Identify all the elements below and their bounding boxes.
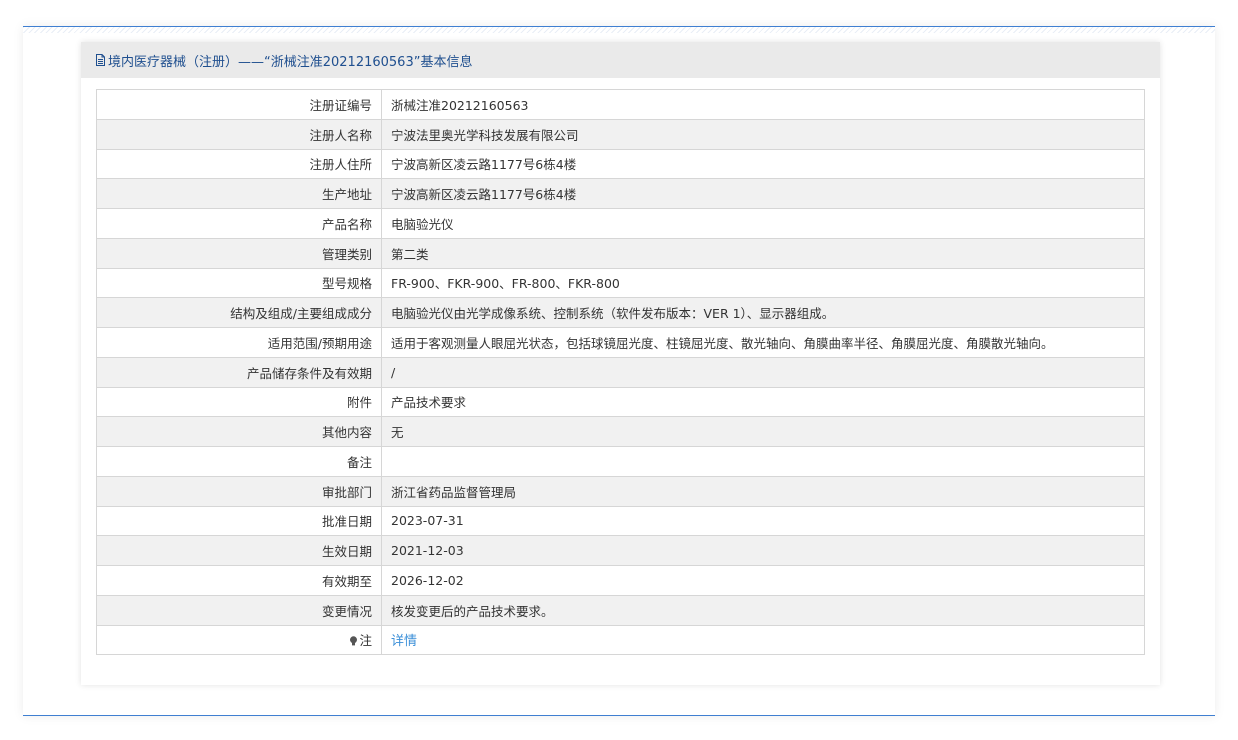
table-row: 附件 产品技术要求 xyxy=(96,386,1145,418)
row-label: 变更情况 xyxy=(96,594,382,626)
row-value: 无 xyxy=(381,416,1145,447)
row-label: 产品名称 xyxy=(96,208,382,239)
row-label: 适用范围/预期用途 xyxy=(96,327,382,358)
table-row: 备注 xyxy=(96,446,1145,477)
row-label: 结构及组成/主要组成成分 xyxy=(96,297,382,328)
panel-header: 境内医疗器械（注册）——“浙械注准20212160563”基本信息 xyxy=(81,42,1160,78)
lightbulb-icon xyxy=(349,634,358,646)
row-value: 电脑验光仪由光学成像系统、控制系统（软件发布版本：VER 1）、显示器组成。 xyxy=(381,297,1145,328)
row-label: 注册人名称 xyxy=(96,118,382,150)
table-row: 注册证编号 浙械注准20212160563 xyxy=(96,89,1145,120)
table-row: 结构及组成/主要组成成分 电脑验光仪由光学成像系统、控制系统（软件发布版本：VE… xyxy=(96,297,1145,328)
row-value: 2026-12-02 xyxy=(381,565,1145,596)
detail-link[interactable]: 详情 xyxy=(391,634,417,649)
row-value: 2023-07-31 xyxy=(381,505,1145,537)
table-row: 型号规格 FR-900、FKR-900、FR-800、FKR-800 xyxy=(96,267,1145,299)
info-table: 注册证编号 浙械注准20212160563 注册人名称 宁波法里奥光学科技发展有… xyxy=(96,89,1145,656)
row-value: 浙械注准20212160563 xyxy=(381,89,1145,120)
row-value xyxy=(381,446,1145,477)
panel-title: 境内医疗器械（注册）——“浙械注准20212160563”基本信息 xyxy=(108,54,473,70)
table-row: 变更情况 核发变更后的产品技术要求。 xyxy=(96,594,1145,626)
row-label: 型号规格 xyxy=(96,267,382,299)
row-value: 适用于客观测量人眼屈光状态，包括球镜屈光度、柱镜屈光度、散光轴向、角膜曲率半径、… xyxy=(381,327,1145,358)
table-row: 适用范围/预期用途 适用于客观测量人眼屈光状态，包括球镜屈光度、柱镜屈光度、散光… xyxy=(96,327,1145,358)
info-panel: 境内医疗器械（注册）——“浙械注准20212160563”基本信息 注册证编号 … xyxy=(81,42,1160,685)
page-frame: 境内医疗器械（注册）——“浙械注准20212160563”基本信息 注册证编号 … xyxy=(23,26,1215,716)
row-value: 宁波法里奥光学科技发展有限公司 xyxy=(381,118,1145,150)
table-row: 管理类别 第二类 xyxy=(96,237,1145,269)
row-label: 附件 xyxy=(96,386,382,418)
document-icon xyxy=(95,54,106,66)
row-value: 宁波高新区凌云路1177号6栋4楼 xyxy=(381,178,1145,209)
table-row-note: 注 详情 xyxy=(96,624,1145,656)
info-table-body: 注册证编号 浙械注准20212160563 注册人名称 宁波法里奥光学科技发展有… xyxy=(96,89,1145,656)
note-label: 注 xyxy=(359,633,372,649)
table-row: 批准日期 2023-07-31 xyxy=(96,505,1145,537)
row-label: 注册人住所 xyxy=(96,148,382,180)
table-row: 产品储存条件及有效期 / xyxy=(96,356,1145,388)
table-row: 生效日期 2021-12-03 xyxy=(96,535,1145,566)
row-label-note: 注 xyxy=(96,624,382,656)
table-row: 注册人住所 宁波高新区凌云路1177号6栋4楼 xyxy=(96,148,1145,180)
row-value: 2021-12-03 xyxy=(381,535,1145,566)
row-value: 产品技术要求 xyxy=(381,386,1145,418)
row-label: 管理类别 xyxy=(96,237,382,269)
row-label: 批准日期 xyxy=(96,505,382,537)
hatch-decoration xyxy=(23,27,1215,33)
table-row: 注册人名称 宁波法里奥光学科技发展有限公司 xyxy=(96,118,1145,150)
row-value: 核发变更后的产品技术要求。 xyxy=(381,594,1145,626)
row-value: 第二类 xyxy=(381,237,1145,269)
row-label: 生产地址 xyxy=(96,178,382,209)
row-value: 浙江省药品监督管理局 xyxy=(381,475,1145,507)
row-label: 注册证编号 xyxy=(96,89,382,120)
table-row: 其他内容 无 xyxy=(96,416,1145,447)
row-label: 备注 xyxy=(96,446,382,477)
row-label: 审批部门 xyxy=(96,475,382,507)
row-label: 产品储存条件及有效期 xyxy=(96,356,382,388)
row-label: 其他内容 xyxy=(96,416,382,447)
row-label: 有效期至 xyxy=(96,565,382,596)
row-value: FR-900、FKR-900、FR-800、FKR-800 xyxy=(381,267,1145,299)
table-row: 产品名称 电脑验光仪 xyxy=(96,208,1145,239)
table-row: 有效期至 2026-12-02 xyxy=(96,565,1145,596)
table-row: 审批部门 浙江省药品监督管理局 xyxy=(96,475,1145,507)
row-value: / xyxy=(381,356,1145,388)
row-value: 宁波高新区凌云路1177号6栋4楼 xyxy=(381,148,1145,180)
row-label: 生效日期 xyxy=(96,535,382,566)
table-row: 生产地址 宁波高新区凌云路1177号6栋4楼 xyxy=(96,178,1145,209)
row-value: 电脑验光仪 xyxy=(381,208,1145,239)
row-value-note: 详情 xyxy=(381,624,1145,656)
